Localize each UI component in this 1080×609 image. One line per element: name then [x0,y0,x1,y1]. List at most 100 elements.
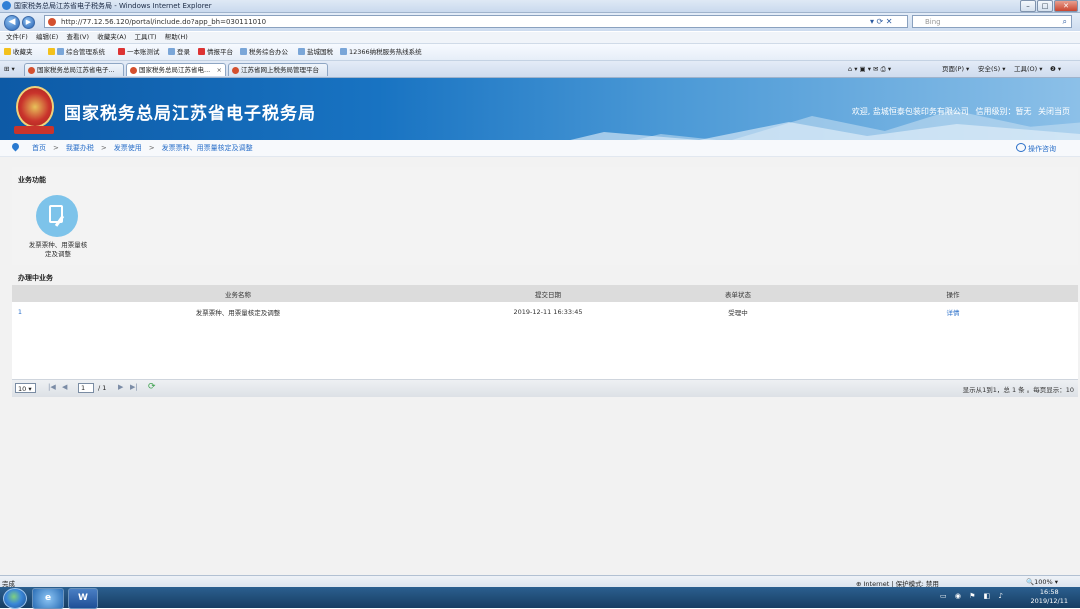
menu-tools[interactable]: 工具(T) [135,32,157,43]
ie-logo-icon [2,1,11,10]
in-progress-table: 业务名称 提交日期 表单状态 操作 1 发票票种、用票量核定及调整 2019-1… [12,285,1078,385]
forward-button[interactable]: ▶ [22,16,35,29]
refresh-stop-icons[interactable]: ▾ ⟳ ✕ [870,17,893,26]
back-button[interactable]: ◀ [4,15,20,31]
close-window-button[interactable]: ✕ [1054,0,1078,12]
row-index: 1 [17,307,23,316]
header-action[interactable]: 操作 [828,285,1078,302]
fav-item-6[interactable]: 12366纳税服务热线系统 [340,47,422,57]
help-consult-link[interactable]: 操作咨询 [1016,143,1056,154]
quick-tabs-icon[interactable]: ⊞ ▾ [4,64,15,74]
add-favorite-icon [48,48,55,55]
address-toolbar: ◀ ▶ http://77.12.56.120/portal/include.d… [0,13,1080,31]
breadcrumb: 首页 > 我要办税 > 发票使用 > 发票票种、用票量核定及调整 操作咨询 [0,140,1080,157]
clock-time: 16:58 [1039,588,1059,596]
tab-0[interactable]: 国家税务总局江苏省电子... [24,63,124,76]
favorites-button[interactable]: 收藏夹 [4,47,33,57]
location-pin-icon [10,141,21,152]
maximize-button[interactable]: □ [1037,0,1053,12]
menu-bar: 文件(F) 编辑(E) 查看(V) 收藏夹(A) 工具(T) 帮助(H) [0,32,1080,44]
table-row[interactable]: 1 发票票种、用票量核定及调整 2019-12-11 16:33:45 受理中 … [12,302,1078,321]
row-status: 受理中 [728,308,748,317]
fav-item-1[interactable]: 一本账测试 [118,47,160,57]
system-tray-icons[interactable]: ▭ ◉ ⚑ ◧ ♪ [940,592,1006,600]
home-feeds-print-icons[interactable]: ⌂ ▾ ▣ ▾ ✉ ⎙ ▾ [848,64,891,74]
clock-date: 2019/12/11 [1030,597,1068,605]
next-page-icon[interactable]: ▶ [118,383,123,391]
fav-item-4[interactable]: 税务综合办公 [240,47,288,57]
minimize-button[interactable]: – [1020,0,1036,12]
page-icon [298,48,305,55]
functions-title: 业务功能 [18,176,46,184]
page-icon [240,48,247,55]
window-title-bar: 国家税务总局江苏省电子税务局 - Windows Internet Explor… [0,0,1080,13]
header-status[interactable]: 表单状态 [648,285,828,302]
crumb-tax[interactable]: 我要办税 [66,144,94,152]
pager-info: 显示从1到1，总 1 条 。每页显示：10 [962,386,1074,394]
table-header-row: 业务名称 提交日期 表单状态 操作 [12,285,1078,302]
menu-favorites[interactable]: 收藏夹(A) [97,32,126,43]
menu-edit[interactable]: 编辑(E) [36,32,58,43]
row-date: 2019-12-11 16:33:45 [513,307,583,316]
word-taskbar-icon[interactable]: W [68,588,98,609]
search-placeholder: Bing [925,18,941,26]
taskbar-clock[interactable]: 16:58 2019/12/11 [1031,588,1068,606]
headset-icon [1016,143,1026,152]
page-size-select[interactable]: 10 ▾ [15,383,36,393]
search-input[interactable]: Bing ⌕ [912,15,1072,28]
tab-favicon-icon [130,67,137,74]
tools-menu[interactable]: 工具(O) ▾ [1014,64,1043,74]
menu-file[interactable]: 文件(F) [6,32,28,43]
total-pages: / 1 [98,384,107,392]
menu-view[interactable]: 查看(V) [66,32,89,43]
page-number-input[interactable]: 1 [78,383,94,393]
address-url: http://77.12.56.120/portal/include.do?ap… [61,18,267,26]
emblem-ribbon [14,126,54,134]
crumb-home[interactable]: 首页 [32,144,46,152]
fav-item-0[interactable]: 综合管理系统 [48,47,105,57]
fav-item-5[interactable]: 盐城国税 [298,47,333,57]
detail-link[interactable]: 详情 [947,309,960,317]
invoice-adjust-icon[interactable] [36,195,78,237]
main-content: 业务功能 发票票种、用票量核定及调整 办理中业务 业务名称 提交日期 表单状态 … [0,157,1080,575]
header-name[interactable]: 业务名称 [28,285,448,302]
zoom-level[interactable]: 🔍100% ▾ [1026,578,1058,586]
fav-item-2[interactable]: 登录 [168,47,190,57]
crumb-current: 发票票种、用票量核定及调整 [161,144,253,152]
close-page-link[interactable]: 关闭当页 [1038,107,1070,116]
header-date[interactable]: 提交日期 [448,285,648,302]
welcome-text: 欢迎, 盐城恒泰包装印务有限公司 [851,107,969,116]
refresh-icon[interactable]: ⟳ [148,382,156,392]
help-menu[interactable]: ❷ ▾ [1050,64,1061,74]
header-index [12,285,28,302]
function-label[interactable]: 发票票种、用票量核定及调整 [28,241,88,259]
fav-item-3[interactable]: 情报平台 [198,47,233,57]
page-menu[interactable]: 页面(P) ▾ [942,64,969,74]
first-page-icon[interactable]: |◀ [48,383,56,391]
menu-help[interactable]: 帮助(H) [165,32,188,43]
row-name: 发票票种、用票量核定及调整 [195,308,281,317]
search-icon[interactable]: ⌕ [1063,16,1067,28]
tabs-bar: ⊞ ▾ 国家税务总局江苏省电子... 国家税务总局江苏省电... × 江苏省网上税… [0,61,1080,78]
safety-menu[interactable]: 安全(S) ▾ [978,64,1006,74]
user-info: 欢迎, 盐城恒泰包装印务有限公司 信用级别：暂无 关闭当页 [848,106,1070,117]
favorites-bar: 收藏夹 综合管理系统 一本账测试 登录 情报平台 税务综合办公 盐城国税 123… [0,44,1080,61]
start-button[interactable] [3,588,27,609]
page-icon [168,48,175,55]
page-icon [57,48,64,55]
last-page-icon[interactable]: ▶| [130,383,138,391]
taskbar: e W ▭ ◉ ⚑ ◧ ♪ 16:58 2019/12/11 [0,587,1080,609]
close-tab-icon[interactable]: × [217,64,222,76]
site-favicon-icon [48,18,56,26]
functions-panel: 业务功能 发票票种、用票量核定及调整 [12,167,1078,265]
heart-icon [198,48,205,55]
prev-page-icon[interactable]: ◀ [62,383,67,391]
tax-emblem-icon [16,86,54,128]
crumb-invoice[interactable]: 发票使用 [114,144,142,152]
address-input[interactable]: http://77.12.56.120/portal/include.do?ap… [44,15,908,28]
credit-level: 信用级别：暂无 [975,107,1032,116]
ie-taskbar-icon[interactable]: e [32,588,64,609]
star-icon [4,48,11,55]
tab-2[interactable]: 江苏省网上税务局管理平台 [228,63,328,76]
tab-1-active[interactable]: 国家税务总局江苏省电... × [126,63,226,76]
